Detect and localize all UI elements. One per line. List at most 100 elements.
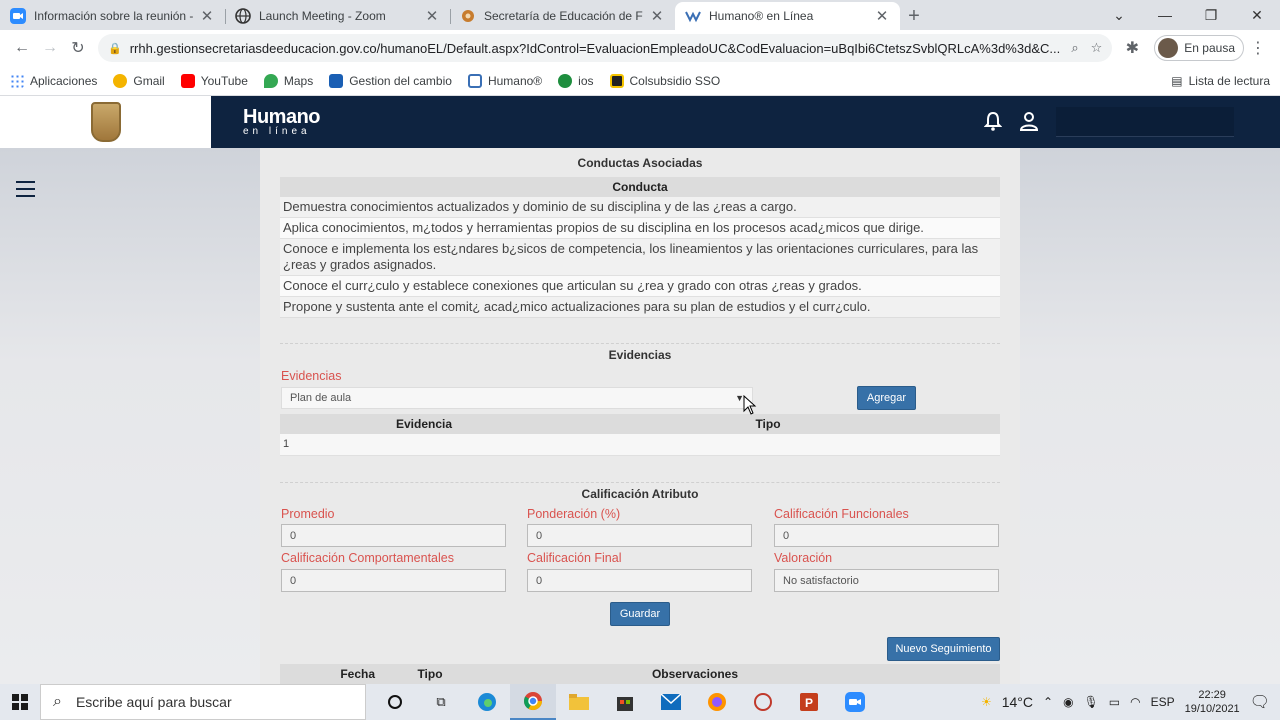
colsubsidio-icon [609,73,624,88]
humano-icon [467,73,482,88]
tab-title: Información sobre la reunión - Z [34,9,193,23]
cortana-icon[interactable] [372,684,418,720]
store-icon[interactable] [602,684,648,720]
tab-zoom-info[interactable]: Información sobre la reunión - Z ✕ [0,2,225,30]
reload-icon[interactable]: ↻ [64,34,92,62]
zoom-lens-icon[interactable]: ⌕ [1071,40,1078,56]
address-bar[interactable]: 🔒 rrhh.gestionsecretariasdeeducacion.gov… [98,34,1113,62]
tab-title: Secretaría de Educación de Facat [484,9,643,23]
valoracion-field[interactable]: No satisfactorio [774,569,999,592]
funcionales-label: Calificación Funcionales [774,507,909,521]
taskbar-search[interactable]: ⌕ Escribe aquí para buscar [40,684,366,720]
back-icon[interactable]: ← [8,34,36,62]
evaluation-panel: Conductas Asociadas Conducta Demuestra c… [260,148,1020,684]
gear-icon [460,8,476,24]
user-name-field[interactable] [1056,107,1234,137]
chrome-icon[interactable] [510,684,556,720]
forward-icon[interactable]: → [36,34,64,62]
globe-icon [235,8,251,24]
chevron-up-icon[interactable]: ⌃ [1043,695,1053,709]
language-indicator[interactable]: ESP [1151,695,1175,709]
table-row: 1 [280,434,1000,456]
search-icon: ⌕ [53,693,62,710]
bookmark-humano[interactable]: Humano® [467,73,542,88]
edge-icon[interactable] [464,684,510,720]
brand-logo: Humano en línea [243,106,321,137]
mail-icon[interactable] [648,684,694,720]
funcionales-field[interactable]: 0 [774,524,999,547]
svg-text:P: P [805,696,813,710]
weather-icon[interactable]: ☀ [981,695,992,709]
temperature[interactable]: 14°C [1002,694,1033,710]
battery-icon[interactable]: ▭ [1109,695,1120,709]
powerpoint-icon[interactable]: P [786,684,832,720]
close-icon[interactable]: ✕ [874,7,890,25]
tab-secretaria[interactable]: Secretaría de Educación de Facat ✕ [450,2,675,30]
final-field[interactable]: 0 [527,569,752,592]
promedio-label: Promedio [281,507,335,521]
new-tab-button[interactable]: + [900,2,928,30]
maximize-icon[interactable]: ❐ [1188,7,1234,24]
bookmark-gmail[interactable]: Gmail [113,73,165,88]
youtube-icon [180,73,195,88]
comportamentales-field[interactable]: 0 [281,569,506,592]
tab-title: Humano® en Línea [709,9,814,23]
guardar-button[interactable]: Guardar [610,602,670,626]
user-icon[interactable] [1019,111,1039,134]
bookmark-youtube[interactable]: YouTube [180,73,248,88]
ponderacion-field[interactable]: 0 [527,524,752,547]
microphone-icon[interactable]: 🎙 [1084,695,1099,709]
bookmark-ios[interactable]: ios [558,73,594,88]
bookmark-gestion[interactable]: Gestion del cambio [329,73,452,88]
tab-launch-meeting[interactable]: Launch Meeting - Zoom ✕ [225,2,450,30]
humano-icon [685,8,701,24]
gestion-icon [329,73,344,88]
windows-taskbar: ⌕ Escribe aquí para buscar ⧉ P ☀ 14°C ⌃ … [0,684,1280,720]
hamburger-menu-icon[interactable] [16,181,35,202]
menu-kebab-icon[interactable]: ⋮ [1244,34,1272,62]
minimize-icon[interactable]: — [1142,7,1188,23]
close-window-icon[interactable]: ✕ [1234,7,1280,24]
close-icon[interactable]: ✕ [199,7,215,25]
close-icon[interactable]: ✕ [424,7,440,25]
network-icon[interactable]: ◉ [1063,695,1073,709]
nuevo-seguimiento-button[interactable]: Nuevo Seguimiento [887,637,1000,661]
url-text: rrhh.gestionsecretariasdeeducacion.gov.c… [129,40,1061,56]
reading-list[interactable]: ▤ Lista de lectura [1171,74,1270,88]
valoracion-label: Valoración [774,551,833,565]
table-row: Conoce e implementa los est¿ndares b¿sic… [280,239,1000,276]
apps-grid-icon [10,73,24,88]
profile-button[interactable]: En pausa [1154,35,1244,61]
bookmark-apps[interactable]: Aplicaciones [10,73,97,88]
bookmark-colsubsidio[interactable]: Colsubsidio SSO [609,73,720,88]
reading-list-icon: ▤ [1171,73,1183,88]
table-row: Aplica conocimientos, m¿todos y herramie… [280,218,1000,239]
task-view-icon[interactable]: ⧉ [418,684,464,720]
file-explorer-icon[interactable] [556,684,602,720]
table-row: Conoce el curr¿culo y establece conexion… [280,276,1000,297]
close-icon[interactable]: ✕ [649,7,665,25]
tab-search-icon[interactable]: ⌄ [1096,7,1142,24]
extensions-icon[interactable]: ✱ [1118,34,1146,62]
notifications-icon[interactable]: 🗨 [1250,692,1270,712]
evidencias-select[interactable]: Plan de aula ▼ [281,387,753,409]
bookmark-star-icon[interactable]: ☆ [1091,40,1103,56]
conductas-table: Conducta Demuestra conocimientos actuali… [280,177,1000,318]
zoom-app-icon[interactable] [832,684,878,720]
section-title-calificacion: Calificación Atributo [581,487,699,501]
wifi-icon[interactable]: ◠ [1130,695,1140,709]
gmail-icon [113,73,128,88]
evidencias-table: Evidencia Tipo 1 [280,414,1000,456]
bell-icon[interactable] [983,111,1003,134]
agregar-button[interactable]: Agregar [857,386,916,410]
promedio-field[interactable]: 0 [281,524,506,547]
clock[interactable]: 22:29 19/10/2021 [1185,688,1240,716]
firefox-icon[interactable] [694,684,740,720]
snip-icon[interactable] [740,684,786,720]
tab-title: Launch Meeting - Zoom [259,9,386,23]
windows-start-icon[interactable] [0,694,40,710]
bookmark-maps[interactable]: Maps [263,73,313,88]
ponderacion-label: Ponderación (%) [527,507,621,521]
system-tray: ☀ 14°C ⌃ ◉ 🎙 ▭ ◠ ESP 22:29 19/10/2021 🗨 [981,688,1280,716]
tab-humano[interactable]: Humano® en Línea ✕ [675,2,900,30]
